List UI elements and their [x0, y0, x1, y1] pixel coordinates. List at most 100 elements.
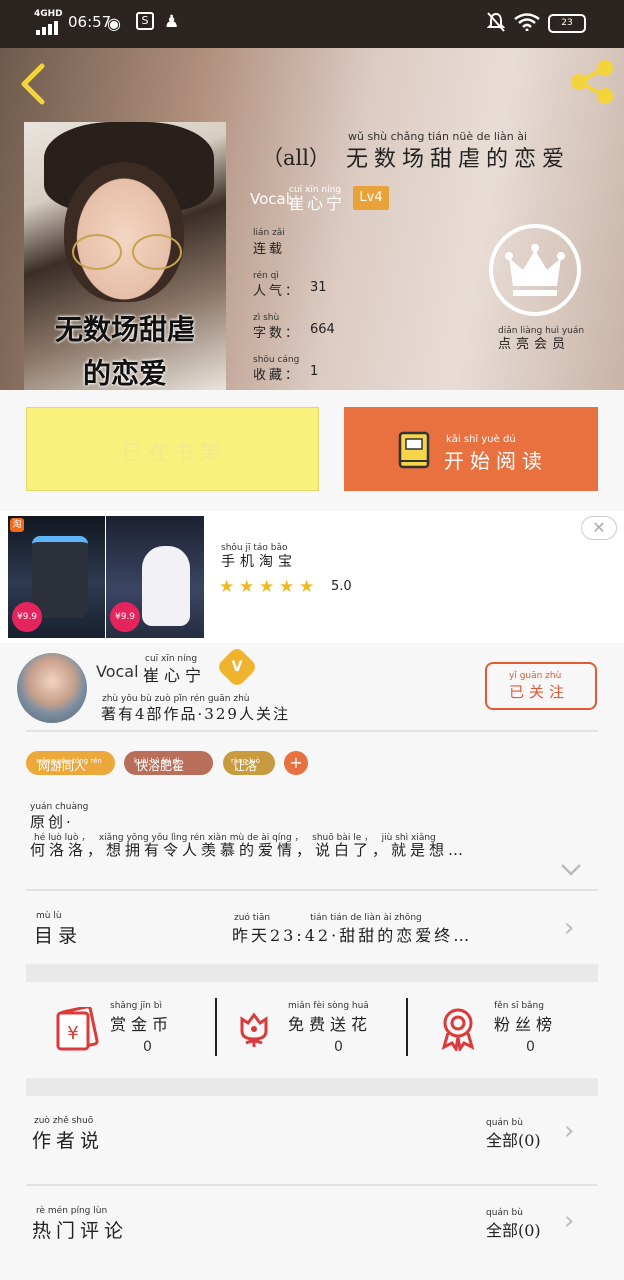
weibo-icon: ◉: [107, 14, 121, 33]
reward-count: 0: [526, 1039, 535, 1055]
favorites-label: 收藏：: [253, 368, 302, 383]
hot-comments-all: 全部(0): [486, 1221, 541, 1240]
catalog-pinyin: mù lù: [36, 911, 62, 921]
tag-chip[interactable]: wǎng yóu tóng rén 网游同人: [26, 751, 115, 775]
follow-pinyin: yǐ guān zhù: [509, 671, 562, 681]
book-icon: [398, 431, 432, 473]
ad-close-button[interactable]: ✕: [581, 516, 617, 540]
author-says-all: 全部(0): [486, 1131, 541, 1150]
mosquito-lamp: [32, 536, 88, 618]
star-icon: ★: [219, 577, 235, 597]
read-label: 开始阅读: [444, 449, 548, 473]
book-cover[interactable]: 无数场甜虐 的恋爱: [24, 122, 226, 390]
share-button[interactable]: [568, 58, 616, 110]
star-icon: ★: [239, 577, 255, 597]
mosquito-lamp-white: [142, 546, 190, 626]
ad-image-2: ¥9.9: [106, 516, 204, 638]
author-says-row[interactable]: zuò zhě shuō 作者说 quán bù 全部(0) ›: [26, 1096, 598, 1184]
crown-icon: [505, 244, 565, 296]
reward-label: 赏金币: [110, 1015, 174, 1034]
follow-label: 已关注: [509, 683, 570, 701]
author-avatar[interactable]: [17, 653, 87, 723]
battery-icon: 23: [548, 14, 586, 33]
add-to-shelf-button[interactable]: 已在书架: [26, 407, 319, 491]
close-icon: ✕: [592, 518, 606, 537]
reward-count: 0: [334, 1039, 343, 1055]
qq-icon: ♟: [164, 12, 180, 32]
coin-envelope-icon: ¥: [54, 1005, 100, 1055]
chevron-right-icon: ›: [564, 1206, 575, 1236]
add-shelf-label: 已在书架: [122, 440, 226, 464]
cover-title-line2: 的恋爱: [82, 357, 167, 390]
taobao-icon: 淘: [10, 518, 24, 532]
reward-pinyin: fěn sī bǎng: [494, 1001, 544, 1011]
hot-comments-label: 热门评论: [32, 1220, 129, 1242]
cover-portrait: [64, 162, 184, 302]
back-button[interactable]: [18, 62, 48, 110]
start-reading-button[interactable]: kāi shǐ yuè dú 开始阅读: [344, 407, 598, 491]
clock: 06:57: [68, 13, 112, 31]
tag-label: 快浴肥霍: [136, 759, 185, 773]
serial-status: 连载: [253, 242, 286, 257]
author-says-label: 作者说: [32, 1130, 105, 1152]
catalog-row[interactable]: mù lù 目录 zuó tiān tián tián de liàn ài z…: [26, 891, 598, 965]
divider: [406, 998, 408, 1056]
price-badge-2: ¥9.9: [110, 602, 140, 632]
title-prefix: （all）: [262, 146, 330, 170]
author-says-pinyin: zuò zhě shuō: [34, 1116, 94, 1126]
chevron-right-icon: ›: [564, 1116, 575, 1146]
price-badge-1: ¥9.9: [12, 602, 42, 632]
add-tag-button[interactable]: +: [284, 751, 308, 775]
cover-glasses-left: [72, 234, 122, 270]
cover-glasses-right: [132, 234, 182, 270]
tag-label: 网游同人: [38, 759, 87, 773]
expand-chevron-icon[interactable]: [560, 862, 582, 881]
vip-label[interactable]: 点亮会员: [498, 333, 570, 352]
read-pinyin: kāi shǐ yuè dú: [446, 434, 516, 445]
flower-icon: [234, 1009, 274, 1053]
hot-comments-pinyin: rè mén píng lùn: [36, 1206, 108, 1216]
follow-button[interactable]: yǐ guān zhù 已关注: [485, 662, 597, 710]
section-gap: [26, 1078, 598, 1096]
divider: [215, 998, 217, 1056]
words-label: 字数：: [253, 326, 302, 341]
svg-text:¥: ¥: [67, 1023, 78, 1044]
ad-image-1: 淘 ¥9.9: [8, 516, 105, 638]
intro-line1: 原创·: [30, 813, 74, 831]
section-gap: [26, 964, 598, 982]
mute-icon: [486, 12, 506, 36]
author-name: 崔心宁: [288, 194, 346, 213]
catalog-label: 目录: [34, 925, 83, 947]
hot-comments-row[interactable]: rè mén píng lùn 热门评论 quán bù 全部(0) ›: [26, 1186, 598, 1274]
vip-crown-button[interactable]: [489, 224, 581, 316]
status-pinyin: lián zǎi: [253, 228, 285, 238]
tag-label: 让洛: [233, 759, 258, 773]
medal-icon: [438, 1007, 478, 1055]
reward-label: 粉丝榜: [494, 1015, 558, 1034]
reward-pinyin: shǎng jīn bì: [110, 1001, 162, 1011]
author-card-name[interactable]: 崔心宁: [143, 662, 206, 686]
favorites-value: 1: [310, 364, 319, 379]
reward-pinyin: miǎn fèi sòng huā: [288, 1001, 369, 1011]
reward-label: 免费送花: [288, 1015, 373, 1034]
star-icon: ★: [299, 577, 315, 597]
network-indicator: 4GHD: [34, 9, 63, 19]
author-prefix: Vocal: [250, 190, 290, 208]
tag-chip[interactable]: kuài hǔ féi dí 快浴肥霍: [124, 751, 213, 775]
author-stats: 著有4部作品·329人关注: [101, 705, 290, 723]
fan-ranking-button[interactable]: fěn sī bǎng 粉丝榜 0: [420, 995, 596, 1059]
intro-text: 何洛洛，想拥有令人羡慕的爱情，说白了，就是想…: [30, 841, 468, 859]
tag-chip[interactable]: ràng luò 让洛: [223, 751, 275, 775]
app-s-icon: S: [136, 12, 154, 30]
popularity-value: 31: [310, 280, 327, 295]
reward-coins-button[interactable]: ¥ shǎng jīn bì 赏金币 0: [40, 995, 210, 1059]
latest-chapter: 昨天23:42·甜甜的恋爱终…: [232, 926, 473, 945]
author-card-prefix: Vocal: [96, 662, 139, 681]
popularity-label: 人气：: [253, 284, 302, 299]
send-flower-button[interactable]: miǎn fèi sòng huā 免费送花 0: [228, 995, 404, 1059]
words-value: 664: [310, 322, 335, 337]
star-icon: ★: [279, 577, 295, 597]
verified-v: V: [231, 659, 243, 675]
star-icon: ★: [259, 577, 275, 597]
book-title: 无数场甜虐的恋爱: [346, 147, 571, 172]
